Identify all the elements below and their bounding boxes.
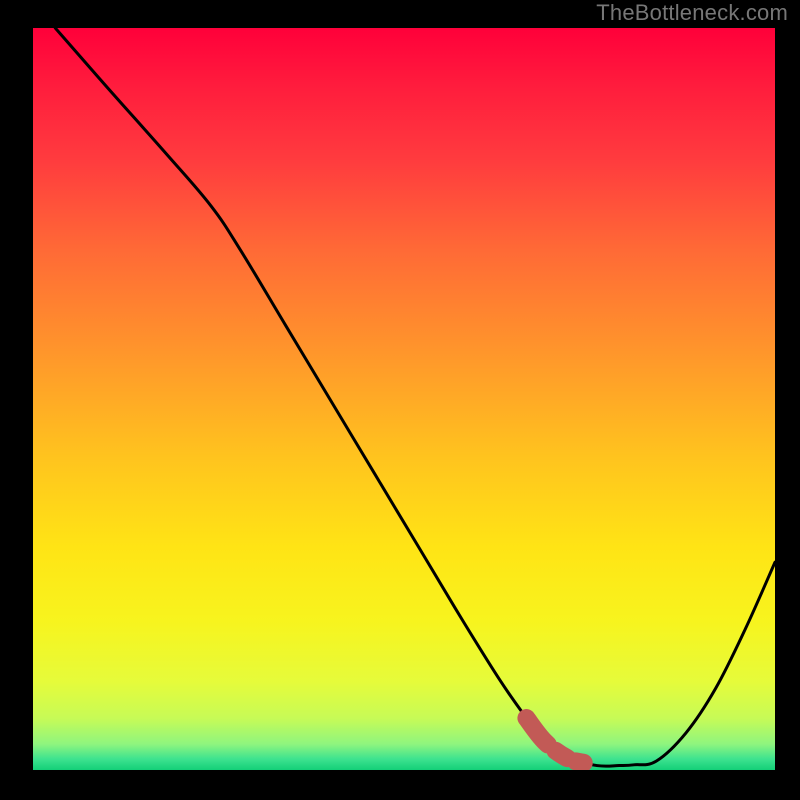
chart-svg xyxy=(33,28,775,770)
gradient-background xyxy=(33,28,775,770)
chart-stage: TheBottleneck.com xyxy=(0,0,800,800)
watermark-label: TheBottleneck.com xyxy=(596,0,788,26)
chart xyxy=(33,28,775,770)
